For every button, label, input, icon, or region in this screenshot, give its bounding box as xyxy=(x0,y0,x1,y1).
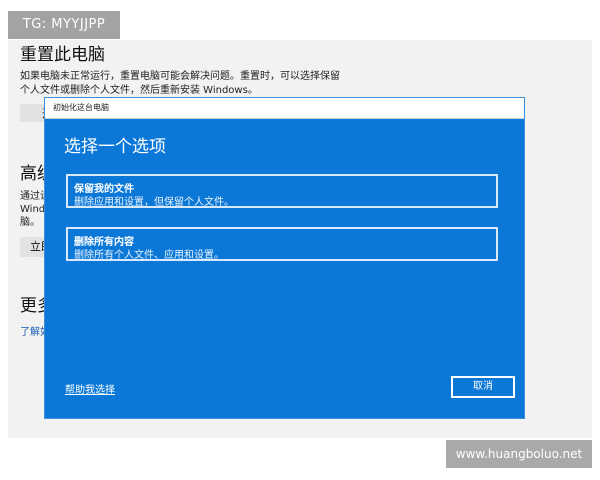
cancel-button[interactable]: 取消 xyxy=(451,376,515,398)
option-keep-my-files[interactable]: 保留我的文件 删除应用和设置，但保留个人文件。 xyxy=(66,174,498,208)
reset-pc-title: 重置此电脑 xyxy=(20,45,105,65)
dialog-heading: 选择一个选项 xyxy=(64,137,166,157)
option-description: 删除所有个人文件、应用和设置。 xyxy=(74,250,224,261)
watermark-site-label: www.huangboluo.net xyxy=(446,440,592,468)
option-remove-everything[interactable]: 删除所有内容 删除所有个人文件、应用和设置。 xyxy=(66,227,498,261)
reset-pc-description: 如果电脑未正常运行，重置电脑可能会解决问题。重置时，可以选择保留 个人文件或删除… xyxy=(20,71,340,96)
reset-dialog: 初始化这台电脑 选择一个选项 保留我的文件 删除应用和设置，但保留个人文件。 删… xyxy=(45,98,524,418)
watermark-tg-label: TG: MYYJJPP xyxy=(8,11,120,39)
dialog-title: 初始化这台电脑 xyxy=(53,103,109,112)
help-me-choose-link[interactable]: 帮助我选择 xyxy=(65,381,115,396)
option-description: 删除应用和设置，但保留个人文件。 xyxy=(74,197,234,208)
dialog-titlebar: 初始化这台电脑 xyxy=(45,98,524,119)
